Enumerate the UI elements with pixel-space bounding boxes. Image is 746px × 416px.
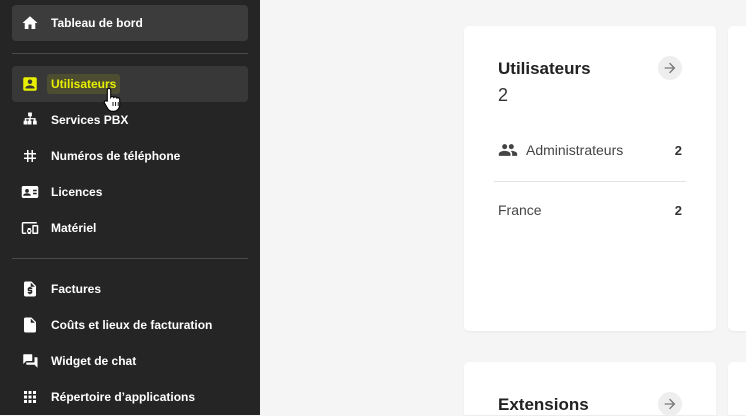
sitemap-icon [21, 111, 39, 129]
sidebar-item-licenses[interactable]: Licences [12, 174, 248, 210]
sidebar-divider [12, 53, 248, 54]
next-card-partial [728, 26, 746, 331]
sidebar-item-phone-numbers[interactable]: Numéros de téléphone [12, 138, 248, 174]
hash-icon [21, 147, 39, 165]
sidebar-item-label: Répertoire d’applications [51, 390, 196, 404]
row-value: 2 [674, 202, 682, 218]
sidebar: Tableau de bord Utilisateurs Services PB… [0, 0, 260, 415]
sidebar-item-billing[interactable]: Coûts et lieux de facturation [12, 307, 248, 343]
user-badge-icon [21, 75, 39, 93]
chat-widget-icon [21, 352, 39, 370]
users-open-button[interactable] [658, 56, 682, 80]
next-card-partial-bottom [728, 362, 746, 415]
sidebar-item-label: Matériel [51, 221, 97, 235]
sidebar-item-app-directory[interactable]: Répertoire d’applications [12, 379, 248, 415]
admins-row[interactable]: Administrateurs 2 [498, 140, 682, 160]
sidebar-item-label: Coûts et lieux de facturation [51, 318, 213, 332]
invoice-icon [21, 280, 39, 298]
card-divider [494, 181, 686, 182]
row-label: France [498, 202, 542, 218]
extensions-card: Extensions [464, 362, 716, 416]
arrow-right-icon [664, 398, 676, 410]
document-icon [21, 316, 39, 334]
card-title: Utilisateurs [498, 59, 591, 78]
sidebar-item-label: Numéros de téléphone [51, 149, 181, 163]
row-label: Administrateurs [526, 142, 624, 158]
sidebar-item-hardware[interactable]: Matériel [12, 210, 248, 246]
people-icon [498, 144, 518, 156]
row-value: 2 [674, 142, 682, 158]
sidebar-item-label: Services PBX [51, 113, 129, 127]
sidebar-item-label: Widget de chat [51, 354, 137, 368]
users-count: 2 [498, 85, 509, 105]
extensions-open-button[interactable] [658, 392, 682, 416]
home-icon [21, 14, 39, 32]
sidebar-item-invoices[interactable]: Factures [12, 271, 248, 307]
users-card: Utilisateurs 2 Administrateurs 2 France … [464, 26, 716, 331]
sidebar-divider [12, 258, 248, 259]
sidebar-item-chat-widget[interactable]: Widget de chat [12, 343, 248, 379]
apps-grid-icon [21, 388, 39, 406]
country-row[interactable]: France 2 [498, 202, 682, 218]
devices-icon [21, 219, 39, 237]
sidebar-item-users[interactable]: Utilisateurs [12, 66, 248, 102]
arrow-right-icon [664, 62, 676, 74]
sidebar-item-label: Tableau de bord [51, 16, 143, 30]
license-card-icon [21, 183, 39, 201]
hand-cursor-icon [103, 87, 121, 112]
sidebar-item-label: Factures [51, 282, 102, 296]
card-title: Extensions [498, 395, 589, 414]
sidebar-item-pbx-services[interactable]: Services PBX [12, 102, 248, 138]
sidebar-item-dashboard[interactable]: Tableau de bord [12, 5, 248, 41]
sidebar-item-label: Licences [51, 185, 103, 199]
